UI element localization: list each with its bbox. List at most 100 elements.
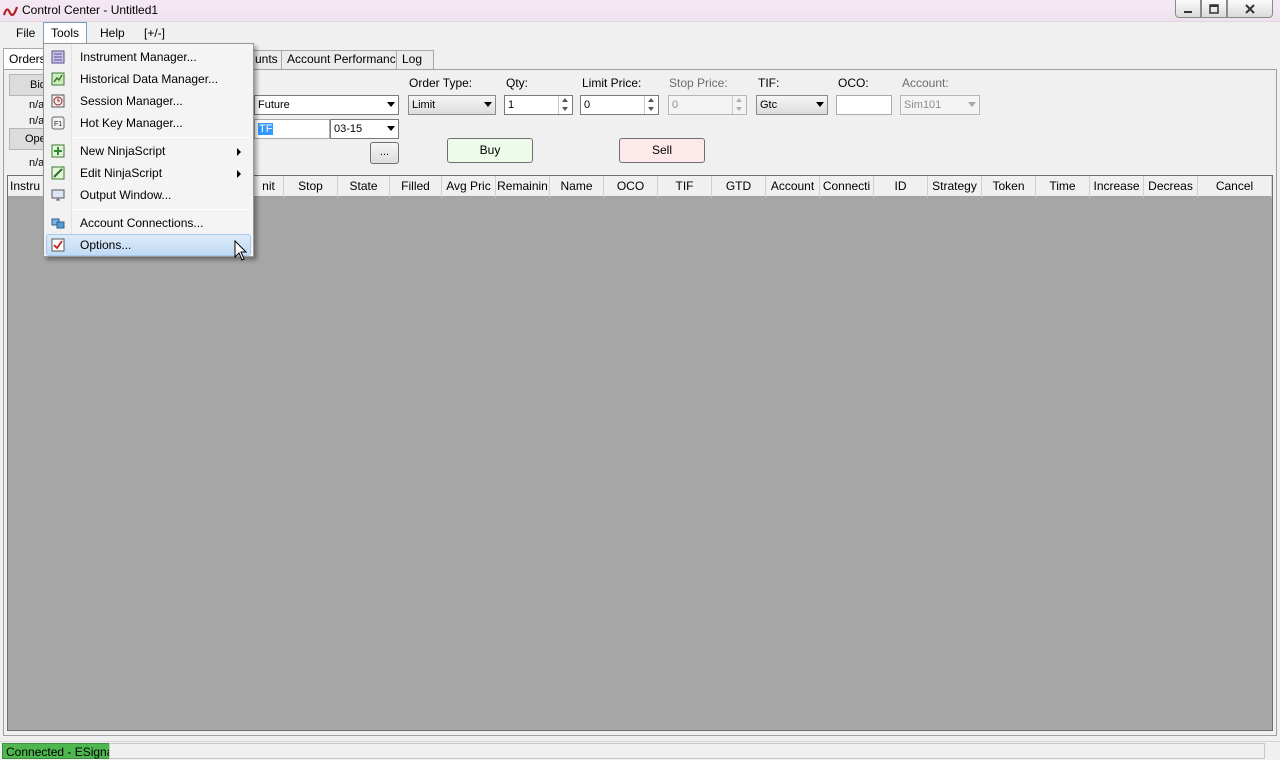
column-header[interactable]: Filled — [390, 176, 442, 197]
column-header[interactable]: Stop — [284, 176, 338, 197]
stop-price-label: Stop Price: — [669, 76, 728, 90]
column-header[interactable]: State — [338, 176, 390, 197]
session-manager-icon — [51, 94, 65, 108]
tif-combo[interactable]: Gtc — [756, 95, 828, 115]
chevron-down-icon — [816, 102, 824, 107]
column-header[interactable]: Avg Pric — [442, 176, 496, 197]
column-header[interactable]: GTD — [712, 176, 766, 197]
qty-spin-buttons[interactable] — [558, 96, 572, 114]
oco-label: OCO: — [838, 76, 869, 90]
menu-item-label: Session Manager... — [80, 94, 183, 108]
menu-item-label: Instrument Manager... — [80, 50, 197, 64]
instrument-manager-icon — [51, 50, 65, 64]
spin-down-icon — [733, 105, 746, 114]
instrument-name-input[interactable]: TF — [254, 119, 330, 139]
menu-tools[interactable]: Tools — [43, 22, 88, 44]
chevron-down-icon — [387, 102, 395, 107]
submenu-arrow-icon — [237, 170, 241, 178]
oco-input[interactable] — [836, 95, 892, 115]
limit-price-label: Limit Price: — [582, 76, 642, 90]
menu-item-output-window[interactable]: Output Window... — [46, 184, 251, 206]
menu-item-hot-key-manager[interactable]: F1 Hot Key Manager... — [46, 112, 251, 134]
column-header[interactable]: Connecti — [820, 176, 874, 197]
spin-down-icon[interactable] — [645, 105, 658, 114]
column-header[interactable]: Name — [550, 176, 604, 197]
window-title: Control Center - Untitled1 — [22, 3, 159, 17]
spin-down-icon[interactable] — [559, 105, 572, 114]
menu-item-options[interactable]: Options... — [46, 234, 251, 256]
account-label: Account: — [902, 76, 949, 90]
bid-size: n/a — [29, 115, 45, 127]
menu-toggle[interactable]: [+/-] — [137, 22, 172, 44]
tab-account-performance[interactable]: Account Performance — [281, 50, 409, 69]
sell-button[interactable]: Sell — [619, 138, 705, 163]
menu-item-edit-ninjascript[interactable]: Edit NinjaScript — [46, 162, 251, 184]
qty-value: 1 — [508, 99, 515, 111]
tab-log[interactable]: Log — [396, 50, 434, 69]
menu-item-account-connections[interactable]: Account Connections... — [46, 212, 251, 234]
spin-up-icon — [733, 96, 746, 105]
mouse-cursor-icon — [234, 240, 248, 261]
order-type-combo[interactable]: Limit — [408, 95, 496, 115]
close-icon — [1245, 3, 1255, 14]
restore-button[interactable] — [1201, 0, 1227, 18]
menu-item-historical-data-manager[interactable]: Historical Data Manager... — [46, 68, 251, 90]
column-header[interactable]: OCO — [604, 176, 658, 197]
limit-spin-buttons[interactable] — [644, 96, 658, 114]
spin-up-icon[interactable] — [645, 96, 658, 105]
orders-grid[interactable]: Instru nit Stop State Filled Avg Pric Remainin… — [7, 175, 1273, 731]
column-header[interactable]: Strategy — [928, 176, 982, 197]
expiry-value: 03-15 — [334, 123, 363, 135]
menu-item-instrument-manager[interactable]: Instrument Manager... — [46, 46, 251, 68]
open-value: n/a — [29, 157, 45, 169]
order-type-value: Limit — [412, 99, 436, 111]
column-header[interactable]: Remainin — [496, 176, 550, 197]
menu-item-label: Account Connections... — [80, 216, 204, 230]
minimize-button[interactable] — [1175, 0, 1201, 18]
instrument-type-combo[interactable]: Future — [254, 95, 399, 115]
menu-separator — [74, 209, 250, 210]
column-header[interactable]: Decreas — [1144, 176, 1198, 197]
close-button[interactable] — [1227, 0, 1273, 18]
account-value: Sim101 — [904, 99, 942, 111]
buy-button[interactable]: Buy — [447, 138, 533, 163]
hotkey-f1-icon: F1 — [51, 116, 65, 130]
menu-item-label: New NinjaScript — [80, 144, 166, 158]
qty-stepper[interactable]: 1 — [504, 95, 573, 115]
output-window-icon — [51, 189, 65, 201]
instrument-name-value: TF — [258, 123, 274, 135]
column-header[interactable]: Token — [982, 176, 1036, 197]
column-header[interactable]: nit — [254, 176, 284, 197]
column-header[interactable]: Cancel — [1198, 176, 1272, 197]
tif-value: Gtc — [760, 99, 778, 111]
spin-up-icon[interactable] — [559, 96, 572, 105]
column-header[interactable]: TIF — [658, 176, 712, 197]
menu-bar: File Tools Help [+/-] — [0, 22, 1280, 44]
column-header[interactable]: Account — [766, 176, 820, 197]
stop-price-stepper: 0 — [668, 95, 747, 115]
svg-text:F1: F1 — [54, 121, 62, 128]
status-message-area — [109, 743, 1265, 759]
column-header[interactable]: Time — [1036, 176, 1090, 197]
menu-separator — [74, 137, 250, 138]
chevron-down-icon — [387, 126, 395, 131]
expiry-combo[interactable]: 03-15 — [330, 119, 399, 139]
submenu-arrow-icon — [237, 148, 241, 156]
menu-file[interactable]: File — [9, 22, 42, 44]
stop-spin-buttons — [732, 96, 746, 114]
new-script-icon — [51, 144, 65, 158]
limit-price-stepper[interactable]: 0 — [580, 95, 659, 115]
browse-button[interactable]: ... — [370, 142, 399, 164]
chevron-down-icon — [484, 102, 492, 107]
menu-help[interactable]: Help — [93, 22, 132, 44]
tif-label: TIF: — [758, 76, 780, 90]
column-header[interactable]: ID — [874, 176, 928, 197]
column-header[interactable]: Increase — [1090, 176, 1144, 197]
menu-item-label: Output Window... — [80, 188, 172, 202]
restore-icon — [1209, 3, 1219, 14]
menu-item-label: Hot Key Manager... — [80, 116, 183, 130]
menu-item-new-ninjascript[interactable]: New NinjaScript — [46, 140, 251, 162]
menu-item-label: Options... — [80, 238, 132, 252]
account-connections-icon — [51, 218, 65, 229]
menu-item-session-manager[interactable]: Session Manager... — [46, 90, 251, 112]
